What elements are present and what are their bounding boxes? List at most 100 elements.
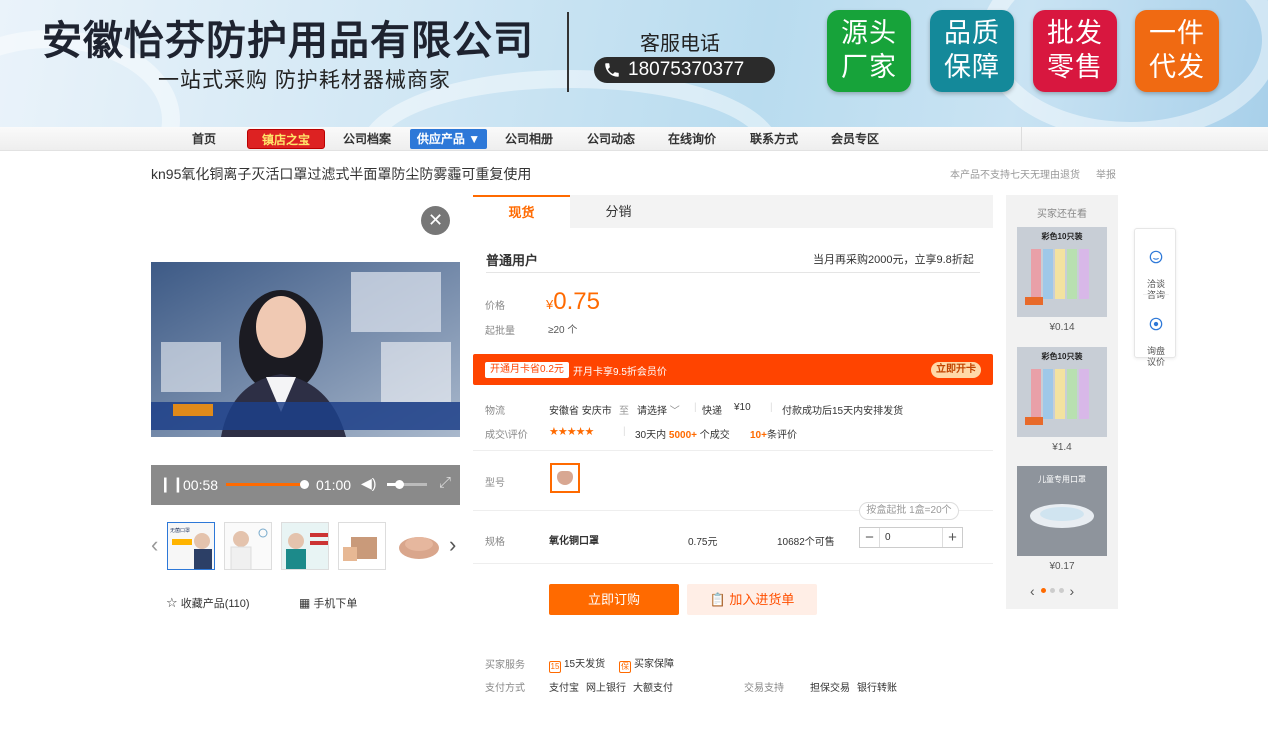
add-to-cart-label: 加入进货单	[729, 592, 795, 607]
thumb-next-arrow[interactable]: ›	[449, 532, 456, 558]
vip-discount-text: 开月卡享9.5折会员价	[573, 367, 667, 378]
quantity-stepper: − +	[859, 527, 963, 548]
tab-spot[interactable]: 现货	[473, 195, 570, 228]
nav-contact[interactable]: 联系方式	[750, 127, 798, 151]
nav-inquiry[interactable]: 在线询价	[668, 127, 716, 151]
volume-slider[interactable]	[387, 480, 427, 489]
fullscreen-icon[interactable]: ⤢	[439, 474, 451, 491]
divider	[1143, 294, 1169, 295]
floating-sidebar: 洽谈 咨询 询盘 议价	[1134, 228, 1177, 367]
repurchase-promo: 当月再采购2000元，立享9.8折起	[813, 254, 974, 266]
volume-knob[interactable]	[395, 480, 404, 489]
vip-saving-tag: 开通月卡省0.2元	[485, 362, 569, 378]
tab-distribution[interactable]: 分销	[570, 195, 667, 228]
video-seek-knob[interactable]	[299, 480, 309, 489]
thumbnail-image	[339, 523, 385, 569]
add-to-cart-button[interactable]: 📋 加入进货单	[687, 584, 817, 615]
decrease-qty-button[interactable]: −	[860, 528, 880, 547]
product-video[interactable]	[151, 262, 460, 437]
clipboard-icon: 📋	[709, 592, 726, 607]
close-video-button[interactable]: ✕	[421, 206, 450, 235]
review-count-value: 10+	[750, 430, 767, 441]
nav-album[interactable]: 公司相册	[505, 127, 553, 151]
recommend-price: ¥0.17	[1049, 561, 1075, 572]
thumb-prev-arrow[interactable]: ‹	[151, 532, 158, 558]
deal-count-unit: 个成交	[699, 430, 730, 441]
deal-count: 30天内 5000+ 个成交	[635, 426, 730, 441]
nav-treasure[interactable]: 镇店之宝	[247, 129, 325, 149]
return-policy-note: 本产品不支持七天无理由退货	[950, 170, 1080, 181]
video-frame	[151, 262, 460, 437]
thumbnail[interactable]	[338, 522, 386, 570]
target-icon	[1149, 317, 1163, 331]
rating-stars: ★★★★★	[549, 425, 594, 438]
nav-member[interactable]: 会员专区	[831, 127, 879, 151]
inquiry-quote-button[interactable]: 询盘 议价	[1135, 306, 1177, 368]
thumbnail[interactable]	[281, 522, 329, 570]
separator: |	[770, 402, 773, 413]
thumbnail-image	[399, 537, 439, 559]
badge-line: 一件	[1149, 18, 1205, 48]
thumbnail[interactable]	[224, 522, 272, 570]
nav-divider	[1021, 127, 1022, 151]
payment-label: 支付方式	[485, 683, 525, 694]
chevron-left-icon[interactable]: ‹	[1030, 583, 1035, 599]
service-guarantee-label: 买家保障	[634, 659, 674, 670]
chat-consult-button[interactable]: 洽谈 咨询	[1135, 239, 1177, 301]
open-vip-card-button[interactable]: 立即开卡	[931, 362, 981, 378]
video-seekbar[interactable]	[226, 480, 309, 489]
review-count[interactable]: 10+条评价	[750, 426, 797, 441]
payment-method: 网上银行	[586, 683, 626, 694]
pager-dot[interactable]	[1049, 588, 1055, 593]
divider	[473, 450, 993, 451]
price-label: 价格	[485, 301, 505, 312]
spec-label: 规格	[485, 537, 505, 548]
nav-news[interactable]: 公司动态	[587, 127, 635, 151]
model-label: 型号	[485, 478, 505, 489]
payment-method: 大额支付	[633, 683, 673, 694]
thumbnail-image	[282, 523, 328, 569]
nav-profile[interactable]: 公司档案	[343, 127, 391, 151]
chat-icon	[1149, 250, 1163, 264]
recommend-item[interactable]: 儿童专用口罩	[1017, 466, 1107, 556]
shipping-fee: ¥10	[734, 402, 751, 413]
destination-select[interactable]: 请选择 ﹀	[637, 402, 680, 417]
phone-icon	[605, 63, 619, 77]
pager-dot[interactable]	[1058, 588, 1064, 593]
separator: |	[694, 402, 697, 413]
company-slogan: 一站式采购 防护耗材器械商家	[158, 69, 451, 92]
pager-dot[interactable]	[1040, 588, 1046, 593]
min-order-label: 起批量	[485, 326, 515, 337]
badge-line: 保障	[944, 52, 1000, 82]
shield-icon: 保	[619, 661, 631, 673]
payment-method: 支付宝	[549, 683, 579, 694]
pack-note: 按盒起批 1盒=20个	[859, 502, 959, 520]
increase-qty-button[interactable]: +	[942, 528, 962, 547]
chevron-right-icon[interactable]: ›	[1069, 583, 1074, 599]
ship-to-label: 至	[619, 406, 629, 417]
banner-wave-decoration	[980, 0, 1268, 127]
model-option-selected[interactable]	[550, 463, 580, 493]
service-ship-15-label: 15天发货	[564, 659, 606, 670]
service-ship-15: 15 15天发货	[549, 655, 605, 673]
favorite-button[interactable]: ☆ 收藏产品(110)	[166, 595, 250, 610]
thumbnail[interactable]	[395, 522, 443, 570]
nav-supply-products[interactable]: 供应产品 ▼	[410, 129, 487, 149]
order-now-button[interactable]: 立即订购	[549, 584, 679, 615]
recommend-item[interactable]: 彩色10只装	[1017, 347, 1107, 437]
badge-line: 品质	[944, 18, 1000, 48]
pause-icon[interactable]: ❙❙	[159, 475, 184, 493]
report-link[interactable]: 举报	[1096, 166, 1116, 181]
mobile-order-button[interactable]: ▦ 手机下单	[299, 595, 357, 611]
recommend-item[interactable]: 彩色10只装	[1017, 227, 1107, 317]
recommend-price: ¥0.14	[1049, 322, 1075, 333]
volume-icon[interactable]: ◀)	[361, 475, 376, 492]
spec-name: 氧化铜口罩	[549, 536, 599, 547]
deal-count-value: 5000+	[668, 430, 697, 441]
thumbnail[interactable]: 无菌口罩	[167, 522, 215, 570]
nav-home[interactable]: 首页	[192, 127, 216, 151]
badge-line: 零售	[1047, 52, 1103, 82]
service-guarantee: 保买家保障	[619, 655, 674, 673]
quantity-input[interactable]	[885, 529, 937, 546]
destination-value: 请选择	[637, 406, 667, 417]
